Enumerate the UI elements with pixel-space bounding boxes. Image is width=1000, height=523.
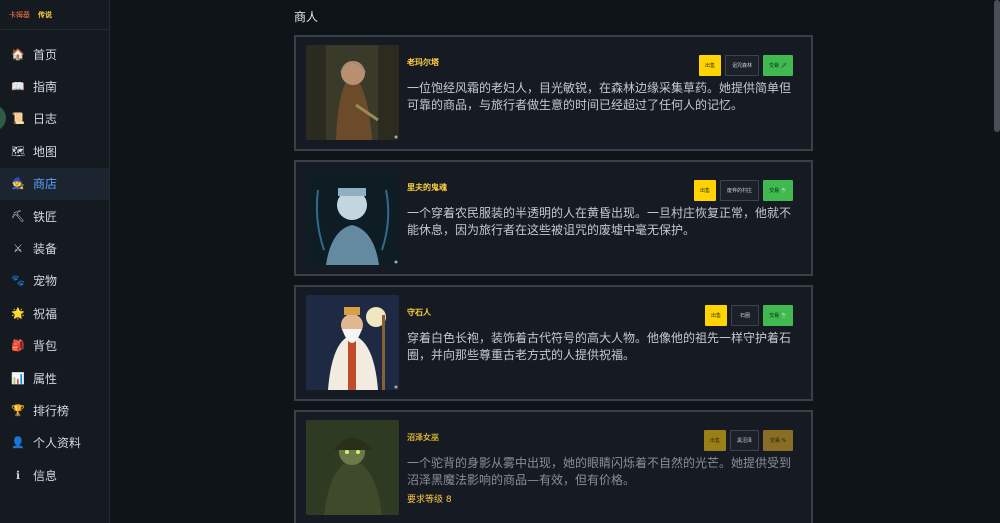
sidebar-item-info[interactable]: ℹ 信息 xyxy=(0,459,109,491)
merchant-description: 一位饱经风霜的老妇人，目光敏锐，在森林边缘采集草药。她提供简单但可靠的商品，与旅… xyxy=(407,81,792,112)
merchant-portrait xyxy=(306,295,399,390)
backpack-icon: 🎒 xyxy=(11,339,25,353)
sidebar-item-guide[interactable]: 📖 指南 xyxy=(0,70,109,102)
location-button[interactable]: 诅咒森林 xyxy=(724,55,759,76)
sidebar-item-stats[interactable]: 📊 属性 xyxy=(0,362,109,394)
sidebar-item-home[interactable]: 🏠 首页 xyxy=(0,38,109,70)
sidebar-item-leaderboard[interactable]: 🏆 排行榜 xyxy=(0,394,109,426)
trade-button[interactable]: 交易 🍃 xyxy=(763,305,793,326)
sell-button[interactable]: 出售 xyxy=(693,180,716,201)
merchant-icon: 🧙 xyxy=(11,177,25,191)
merchant-name: 里夫的鬼魂 xyxy=(407,183,447,192)
sell-button[interactable]: 出售 xyxy=(704,305,727,326)
sidebar-item-pets[interactable]: 🐾 宠物 xyxy=(0,265,109,297)
trophy-icon: 🏆 xyxy=(11,403,25,417)
sidebar-item-label: 背包 xyxy=(33,339,58,354)
sidebar-item-bag[interactable]: 🎒 背包 xyxy=(0,330,109,362)
home-icon: 🏠 xyxy=(11,47,25,61)
book-icon: 📖 xyxy=(11,80,25,94)
old-woman-portrait-image xyxy=(306,45,399,140)
merchant-description: 一个驼背的身影从雾中出现，她的眼睛闪烁着不自然的光芒。她提供受到沼泽黑魔法影响的… xyxy=(407,456,792,487)
player-name: 卡姆基 xyxy=(9,10,30,19)
sidebar-item-label: 商店 xyxy=(33,177,58,192)
sidebar-item-label: 祝福 xyxy=(33,306,58,321)
merchant-name: 守石人 xyxy=(407,308,431,317)
sidebar-item-blacksmith[interactable]: ⛏ 铁匠 xyxy=(0,200,109,232)
sidebar-item-label: 宠物 xyxy=(33,274,58,289)
sidebar-item-profile[interactable]: 👤 个人资料 xyxy=(0,427,109,459)
swamp-witch-portrait-image xyxy=(306,420,399,515)
scroll-icon: 📜 xyxy=(11,112,25,126)
trade-button[interactable]: 交易 🗡 xyxy=(763,55,793,76)
scrollbar-thumb[interactable] xyxy=(994,0,1000,132)
sidebar-item-log[interactable]: 📜 日志 xyxy=(0,103,109,135)
map-icon: 🗺 xyxy=(11,144,25,158)
sell-button[interactable]: 出售 xyxy=(698,55,721,76)
sidebar-item-label: 属性 xyxy=(33,371,58,386)
merchant-card: 沼泽女巫 出售 黑沼泽 交易 % 一个驼背的身影从雾中出现，她的眼睛闪烁着不自然… xyxy=(294,410,813,523)
location-button[interactable]: 废弃的村庄 xyxy=(719,180,759,201)
stone-keeper-portrait-image xyxy=(306,295,399,390)
user-icon: 👤 xyxy=(11,436,25,450)
sidebar: 卡姆基 传说 🏠 首页 📖 指南 📜 日志 🗺 地图 🧙 商店 ⛏ 铁匠 ⚔ 装备 🐾 宠物 🌟… xyxy=(0,0,110,523)
sidebar-item-label: 首页 xyxy=(33,47,58,62)
merchant-card: 守石人 出售 石圈 交易 🍃 穿着白色长袍，装饰着古代符号的高大人物。他像他的祖… xyxy=(294,285,813,401)
info-icon: ℹ xyxy=(15,468,21,482)
sidebar-item-label: 装备 xyxy=(33,242,58,257)
trade-button[interactable]: 交易 % xyxy=(763,430,793,451)
merchant-name: 老玛尔塔 xyxy=(407,58,439,67)
merchant-actions: 出售 废弃的村庄 交易 🍃 xyxy=(693,180,793,201)
merchant-portrait xyxy=(306,170,399,265)
merchant-portrait xyxy=(306,45,399,140)
paw-icon: 🐾 xyxy=(11,274,25,288)
sidebar-item-label: 指南 xyxy=(33,80,58,95)
merchant-portrait xyxy=(306,420,399,515)
ghost-portrait-image xyxy=(306,170,399,265)
sidebar-item-label: 排行榜 xyxy=(33,403,70,418)
sidebar-item-label: 信息 xyxy=(33,468,58,483)
merchant-name: 沼泽女巫 xyxy=(407,433,439,442)
merchant-actions: 出售 石圈 交易 🍃 xyxy=(704,305,793,326)
main-content: 商人 老玛尔塔 出售 诅咒森林 交易 🗡 一位饱经风霜的老妇人，目光敏锐，在森林… xyxy=(111,0,1000,523)
sidebar-item-blessing[interactable]: 🌟 祝福 xyxy=(0,297,109,329)
hammer-icon: ⛏ xyxy=(11,209,25,223)
merchant-description: 一个穿着农民服装的半透明的人在黄昏出现。一旦村庄恢复正常，他就不能休息，因为旅行… xyxy=(407,206,792,237)
scrollbar[interactable] xyxy=(994,0,1000,523)
merchant-actions: 出售 诅咒森林 交易 🗡 xyxy=(698,55,793,76)
sidebar-item-label: 地图 xyxy=(33,144,58,159)
brand-header: 卡姆基 传说 xyxy=(0,0,109,30)
player-rank: 传说 xyxy=(38,10,52,19)
merchant-card: 老玛尔塔 出售 诅咒森林 交易 🗡 一位饱经风霜的老妇人，目光敏锐，在森林边缘采… xyxy=(294,35,813,151)
sparkle-icon: 🌟 xyxy=(11,306,25,320)
sidebar-item-shop[interactable]: 🧙 商店 xyxy=(0,167,109,200)
sidebar-item-label: 铁匠 xyxy=(33,209,58,224)
sidebar-nav: 🏠 首页 📖 指南 📜 日志 🗺 地图 🧙 商店 ⛏ 铁匠 ⚔ 装备 🐾 宠物 🌟 祝福 🎒 背包 … xyxy=(0,38,109,491)
location-button[interactable]: 石圈 xyxy=(731,305,759,326)
sell-button[interactable]: 出售 xyxy=(703,430,726,451)
sidebar-item-label: 个人资料 xyxy=(33,436,82,451)
merchant-actions: 出售 黑沼泽 交易 % xyxy=(703,430,793,451)
sidebar-item-equipment[interactable]: ⚔ 装备 xyxy=(0,232,109,264)
trade-button[interactable]: 交易 🍃 xyxy=(763,180,793,201)
merchant-card: 里夫的鬼魂 出售 废弃的村庄 交易 🍃 一个穿着农民服装的半透明的人在黄昏出现。… xyxy=(294,160,813,276)
level-requirement: 要求等级 8 xyxy=(407,495,452,505)
location-button[interactable]: 黑沼泽 xyxy=(729,430,759,451)
sidebar-item-label: 日志 xyxy=(33,112,58,127)
sidebar-item-map[interactable]: 🗺 地图 xyxy=(0,135,109,167)
merchant-description: 穿着白色长袍，装饰着古代符号的高大人物。他像他的祖先一样守护着石圈，并向那些尊重… xyxy=(407,331,792,362)
page-title: 商人 xyxy=(294,10,319,24)
chart-icon: 📊 xyxy=(11,371,25,385)
swords-icon: ⚔ xyxy=(13,242,23,256)
